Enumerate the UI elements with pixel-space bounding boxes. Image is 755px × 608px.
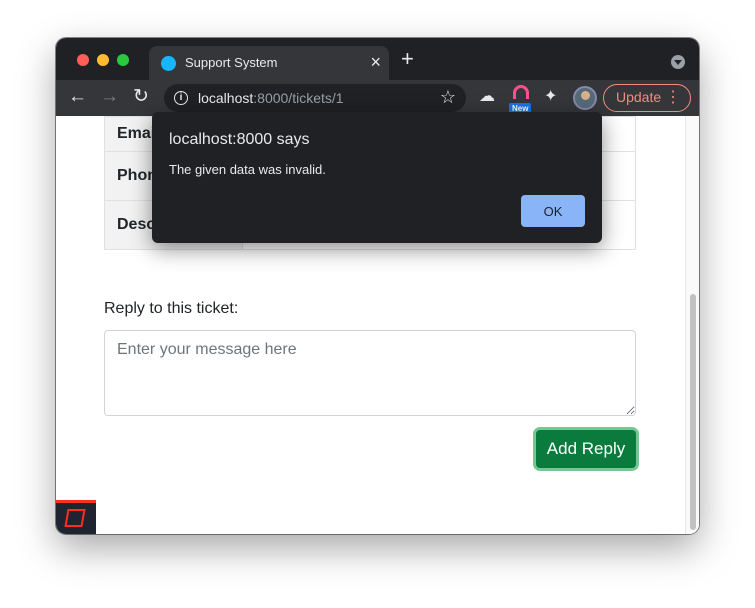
reply-message-input[interactable] [104, 330, 636, 416]
maximize-window-button[interactable] [117, 54, 129, 66]
page-scrollbar[interactable] [685, 116, 699, 534]
address-bar[interactable]: i localhost:8000/tickets/1 ☆ [164, 84, 466, 112]
laravel-debugbar-toggle[interactable] [56, 500, 96, 534]
scrollbar-thumb[interactable] [690, 294, 696, 530]
dialog-message: The given data was invalid. [169, 162, 326, 177]
tab-title: Support System [185, 55, 278, 70]
tab-strip: Support System × + [56, 38, 699, 80]
new-tab-button[interactable]: + [401, 47, 414, 71]
browser-toolbar: ← → ↻ i localhost:8000/tickets/1 ☆ ☁ New… [56, 80, 699, 116]
close-window-button[interactable] [77, 54, 89, 66]
alert-dialog: localhost:8000 says The given data was i… [152, 112, 602, 243]
dialog-title: localhost:8000 says [169, 131, 310, 148]
minimize-window-button[interactable] [97, 54, 109, 66]
reload-icon[interactable]: ↻ [133, 86, 149, 108]
tab-favicon-icon [161, 56, 176, 71]
update-button[interactable]: Update ⋮ [603, 84, 691, 112]
cloud-extension-icon[interactable]: ☁ [479, 87, 495, 107]
reply-label: Reply to this ticket: [104, 300, 239, 317]
add-reply-button[interactable]: Add Reply [536, 430, 636, 468]
forward-arrow-icon[interactable]: → [100, 86, 119, 108]
update-label: Update [616, 89, 662, 105]
url-text[interactable]: localhost:8000/tickets/1 [198, 90, 344, 106]
tab-support-system[interactable]: Support System × [149, 46, 389, 80]
url-host: localhost [198, 90, 254, 106]
info-icon[interactable]: i [174, 91, 188, 105]
back-arrow-icon[interactable]: ← [68, 86, 87, 108]
profile-avatar[interactable] [573, 86, 597, 110]
kebab-menu-icon[interactable]: ⋮ [665, 85, 681, 110]
url-path: :8000/tickets/1 [253, 90, 344, 106]
tab-close-icon[interactable]: × [370, 52, 381, 72]
puzzle-icon[interactable]: ✦ [544, 87, 557, 107]
bookmark-star-icon[interactable]: ☆ [440, 87, 456, 108]
rainbow-extension-icon[interactable] [511, 85, 531, 101]
laravel-icon [64, 509, 86, 527]
dialog-ok-button[interactable]: OK [521, 195, 585, 227]
tab-search-icon[interactable] [671, 55, 685, 69]
